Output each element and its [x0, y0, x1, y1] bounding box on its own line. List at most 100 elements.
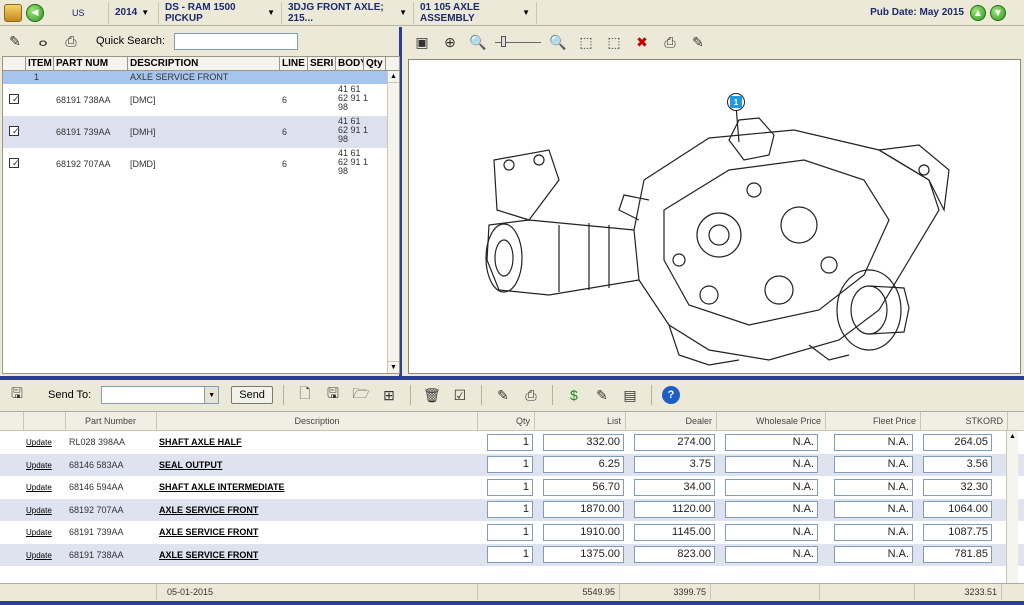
open-folder-icon[interactable]: 🗁: [350, 384, 372, 406]
callout-marker[interactable]: 1: [727, 93, 745, 111]
part-description-link[interactable]: AXLE SERVICE FRONT: [157, 550, 258, 560]
update-link[interactable]: Update: [24, 551, 52, 560]
col-qty[interactable]: Qty: [364, 57, 386, 70]
update-link[interactable]: Update: [24, 438, 52, 447]
up-icon[interactable]: ▲: [970, 5, 986, 21]
scroll-up-icon[interactable]: ▲: [388, 71, 399, 83]
category-dropdown[interactable]: 3DJG FRONT AXLE; 215... ▼: [281, 1, 413, 24]
clear-selection-icon[interactable]: ✖: [631, 31, 653, 53]
update-link[interactable]: Update: [24, 506, 52, 515]
col-fleet[interactable]: Fleet Price: [826, 412, 921, 430]
stkord-price: 32.30: [923, 478, 992, 496]
dealer-price: 1145.00: [634, 523, 715, 541]
zoom-slider-thumb[interactable]: [501, 36, 506, 47]
print-icon[interactable]: ⎙: [659, 31, 681, 53]
col-dealer[interactable]: Dealer: [626, 412, 717, 430]
pub-date: Pub Date: May 2015: [870, 7, 964, 18]
part-description-link[interactable]: SHAFT AXLE HALF: [157, 437, 242, 447]
save-icon[interactable]: 🖫: [6, 384, 28, 406]
update-link[interactable]: Update: [24, 483, 52, 492]
quick-search-input[interactable]: [174, 32, 299, 50]
exploded-diagram[interactable]: 1: [408, 59, 1021, 374]
notes-icon[interactable]: ✎: [687, 31, 709, 53]
zoom-slider[interactable]: [495, 36, 541, 48]
bottom-border: [0, 601, 1024, 605]
send-button[interactable]: Send: [231, 386, 273, 404]
table-row[interactable]: ✓ 68191 738AA [DMC] 6 41 61 62 91 1 98: [3, 84, 399, 116]
print-icon[interactable]: ⎙: [60, 30, 82, 52]
col-part-num[interactable]: PART NUM: [54, 57, 128, 70]
notes-icon[interactable]: ✎: [492, 384, 514, 406]
qty-input[interactable]: 1: [487, 433, 533, 451]
col-stkord[interactable]: STKORD: [921, 412, 1008, 430]
select-region-icon[interactable]: ⬚: [575, 31, 597, 53]
qty-input[interactable]: 1: [487, 546, 533, 564]
catalog-icon[interactable]: [4, 3, 22, 22]
col-item[interactable]: ITEM: [26, 57, 54, 70]
update-link[interactable]: Update: [24, 528, 52, 537]
edit-icon[interactable]: ✎: [4, 30, 26, 52]
bicycle-icon[interactable]: ⴰ: [32, 30, 54, 52]
parts-grid-header: ITEM PART NUM DESCRIPTION LINE SERI BODY…: [3, 57, 399, 71]
part-description-link[interactable]: AXLE SERVICE FRONT: [157, 505, 258, 515]
chevron-down-icon[interactable]: ▼: [204, 387, 219, 403]
update-link[interactable]: Update: [24, 461, 52, 470]
edit-icon[interactable]: ✎: [591, 384, 613, 406]
fit-page-icon[interactable]: ▣: [411, 31, 433, 53]
fit-window-icon[interactable]: ⊕: [439, 31, 461, 53]
dealer-price: 274.00: [634, 433, 715, 451]
col-series[interactable]: SERI: [308, 57, 336, 70]
save-order-icon[interactable]: 🖫: [322, 384, 344, 406]
category-value: 3DJG FRONT AXLE; 215...: [288, 1, 384, 24]
part-description-link[interactable]: SEAL OUTPUT: [157, 460, 222, 470]
checklist-icon[interactable]: ☑: [449, 384, 471, 406]
part-description-link[interactable]: SHAFT AXLE INTERMEDIATE: [157, 482, 285, 492]
send-to-label: Send To:: [48, 389, 92, 401]
list-price: 1910.00: [543, 523, 624, 541]
price-icon[interactable]: $: [563, 384, 585, 406]
model-dropdown[interactable]: DS - RAM 1500 PICKUP ▼: [158, 1, 281, 24]
scroll-down-icon[interactable]: ▼: [388, 361, 399, 373]
order-scrollbar[interactable]: ▲: [1006, 431, 1018, 584]
fleet-price: N.A.: [834, 456, 913, 474]
row-checkbox[interactable]: ✓: [9, 126, 19, 136]
part-number: 68191 738AA: [56, 95, 111, 105]
send-to-select[interactable]: ▼: [101, 386, 220, 404]
fleet-price: N.A.: [834, 523, 913, 541]
table-row[interactable]: ✓ 68192 707AA [DMD] 6 41 61 62 91 1 98: [3, 148, 399, 180]
parts-scrollbar[interactable]: ▲ ▼: [387, 71, 399, 373]
add-item-icon[interactable]: ⊞: [378, 384, 400, 406]
zoom-in-icon[interactable]: 🔍: [547, 31, 569, 53]
help-icon[interactable]: ?: [661, 386, 680, 404]
col-wholesale[interactable]: Wholesale Price: [717, 412, 826, 430]
print-icon[interactable]: ⎙: [520, 384, 542, 406]
back-icon[interactable]: ◀: [26, 3, 44, 22]
col-qty[interactable]: Qty: [478, 412, 535, 430]
columns-icon[interactable]: ▤: [619, 384, 641, 406]
col-description[interactable]: Description: [157, 412, 478, 430]
qty-input[interactable]: 1: [487, 523, 533, 541]
part-description-link[interactable]: AXLE SERVICE FRONT: [157, 527, 258, 537]
trash-icon[interactable]: 🗑: [421, 384, 443, 406]
qty-input[interactable]: 1: [487, 501, 533, 519]
zoom-out-icon[interactable]: 🔍: [467, 31, 489, 53]
dealer-price: 1120.00: [634, 501, 715, 519]
down-icon[interactable]: ▼: [990, 5, 1006, 21]
table-row[interactable]: ✓ 68191 739AA [DMH] 6 41 61 62 91 1 98: [3, 116, 399, 148]
year-dropdown[interactable]: 2014 ▼: [108, 1, 158, 24]
col-line[interactable]: LINE: [280, 57, 308, 70]
select-all-icon[interactable]: ⬚: [603, 31, 625, 53]
col-description[interactable]: DESCRIPTION: [128, 57, 280, 70]
qty-input[interactable]: 1: [487, 478, 533, 496]
group-row[interactable]: 1 AXLE SERVICE FRONT: [3, 71, 399, 84]
col-body[interactable]: BODY: [336, 57, 364, 70]
row-checkbox[interactable]: ✓: [9, 94, 19, 104]
chevron-down-icon: ▼: [399, 8, 407, 17]
col-list[interactable]: List: [535, 412, 626, 430]
row-checkbox[interactable]: ✓: [9, 158, 19, 168]
assembly-dropdown[interactable]: 01 105 AXLE ASSEMBLY ▼: [413, 1, 537, 24]
new-order-icon[interactable]: 🗋: [294, 384, 316, 406]
qty-input[interactable]: 1: [487, 456, 533, 474]
col-part-number[interactable]: Part Number: [66, 412, 157, 430]
scroll-up-icon[interactable]: ▲: [1007, 431, 1018, 443]
